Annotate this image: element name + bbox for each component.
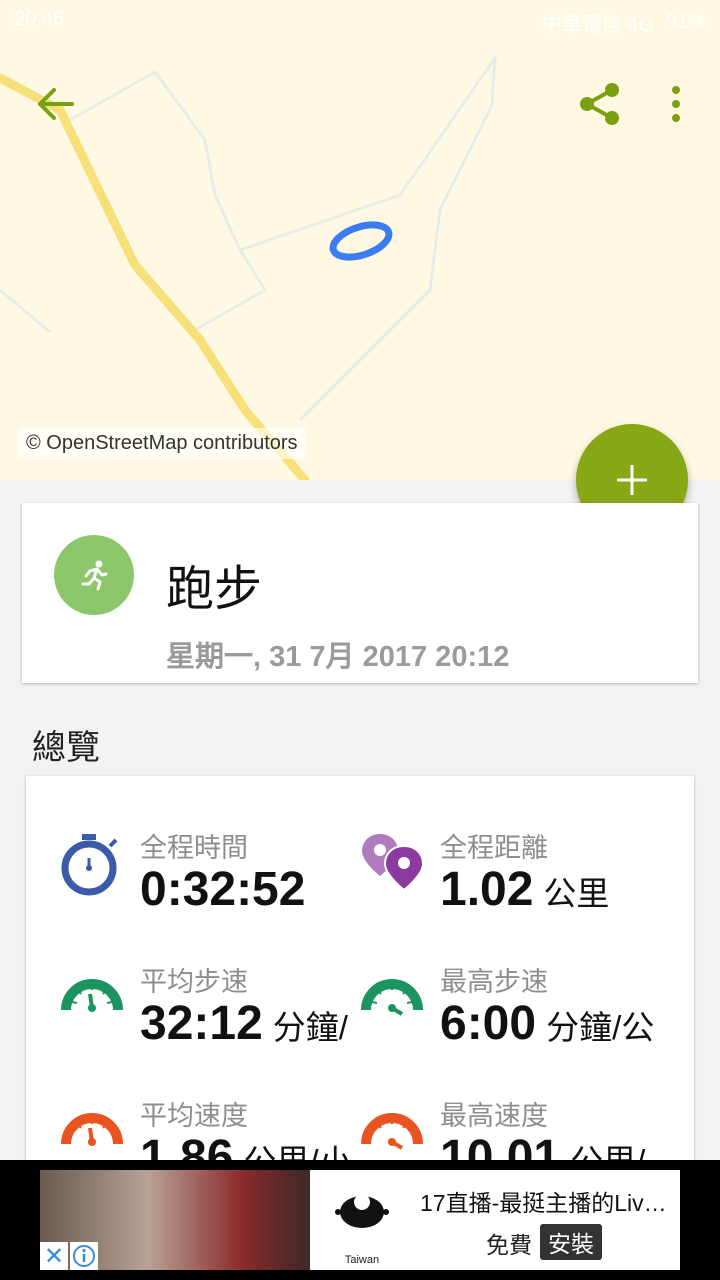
app-logo-icon	[335, 1194, 389, 1228]
stat-unit: 分鐘/公	[546, 1009, 655, 1046]
ad-logo-label: Taiwan	[344, 1254, 380, 1266]
more-vert-icon	[672, 86, 680, 122]
close-icon[interactable]: ✕	[40, 1242, 68, 1270]
stopwatch-icon	[61, 834, 118, 896]
stat-label: 最高速度	[440, 1101, 548, 1131]
stat-label: 最高步速	[440, 967, 548, 997]
overview-heading: 總覽	[32, 729, 100, 767]
stat-label: 平均速度	[140, 1101, 248, 1131]
back-button[interactable]	[36, 84, 76, 129]
stat-label: 平均步速	[140, 967, 248, 997]
ad-app-logo[interactable]: Taiwan	[310, 1170, 414, 1270]
ad-title[interactable]: 17直播-最挺主播的Liv…	[420, 1184, 667, 1218]
running-icon	[81, 560, 108, 591]
status-bar: 20:46 中華電信 4G 91%	[0, 0, 720, 40]
stat-number: 0:32:52	[140, 863, 306, 916]
ad-banner[interactable]: Taiwan 17直播-最挺主播的Liv… 免費 安裝 ✕	[40, 1170, 680, 1270]
stat-number: 32:12	[140, 997, 263, 1050]
map-canvas	[0, 52, 497, 480]
speedometer-icon	[61, 1113, 123, 1146]
ad-container: Taiwan 17直播-最挺主播的Liv… 免費 安裝 ✕	[0, 1160, 720, 1280]
activity-card: 跑步 星期一, 31 7月 2017 20:12	[22, 503, 698, 683]
speedometer-icon	[61, 979, 123, 1012]
stat-number: 1.02	[440, 863, 534, 916]
share-icon	[580, 83, 619, 125]
stat-number: 6:00	[440, 997, 537, 1050]
overflow-menu-button[interactable]	[668, 86, 684, 127]
speedometer-icon	[361, 1113, 423, 1150]
info-icon[interactable]	[70, 1242, 98, 1270]
stat-unit: 公里	[543, 875, 610, 912]
stat-label: 全程距離	[440, 833, 548, 863]
plus-icon	[617, 465, 647, 495]
ad-install-button[interactable]: 安裝	[540, 1224, 602, 1260]
ad-free-label: 免費	[486, 1232, 532, 1258]
battery-level: 91%	[665, 11, 706, 33]
stat-label: 全程時間	[140, 833, 248, 863]
arrow-left-icon	[38, 88, 74, 120]
speedometer-icon	[361, 979, 423, 1016]
activity-date: 星期一, 31 7月 2017 20:12	[166, 641, 510, 673]
stat-value: 1.02 公里	[440, 862, 609, 917]
map-attribution: © OpenStreetMap contributors	[18, 428, 306, 459]
info-glyph	[73, 1245, 95, 1267]
map-view[interactable]: © OpenStreetMap contributors	[0, 0, 720, 480]
stat-unit: 分鐘/	[272, 1009, 348, 1046]
carrier-label: 中華電信 4G	[541, 14, 654, 36]
stat-value: 6:00 分鐘/公	[440, 996, 654, 1051]
activity-title: 跑步	[166, 563, 263, 616]
share-button[interactable]	[578, 82, 622, 131]
activity-icon-circle	[54, 535, 134, 615]
stat-value: 32:12 分鐘/	[140, 996, 348, 1051]
route-path	[329, 221, 393, 261]
map-pin-icon	[362, 834, 425, 892]
status-time: 20:46	[14, 8, 65, 30]
stat-value: 0:32:52	[140, 862, 315, 917]
stats-card: 全程時間 0:32:52 全程距離 1.02公里 平均步速 32:12分鐘/	[26, 776, 694, 1196]
